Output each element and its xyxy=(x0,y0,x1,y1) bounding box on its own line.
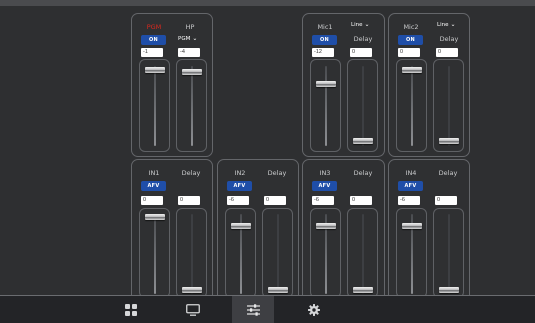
mic1-delay-title: Delay xyxy=(353,35,373,43)
mic2-on-button[interactable]: ON xyxy=(398,35,423,45)
in1-delay-fader[interactable] xyxy=(176,208,207,298)
in1-fader-knob[interactable] xyxy=(144,214,165,220)
in3-delay-title: Delay xyxy=(353,169,373,177)
mic2-fader-knob[interactable] xyxy=(401,67,422,73)
in2-fader-knob[interactable] xyxy=(230,223,251,229)
in4-delay-fader-knob[interactable] xyxy=(438,287,459,293)
mic2-fader-track xyxy=(410,66,413,146)
mic2-input-type-value: Line xyxy=(437,22,449,28)
hp-level-input[interactable] xyxy=(178,48,200,57)
hp-source-value: PGM xyxy=(178,36,191,42)
in2-fader[interactable] xyxy=(225,208,256,298)
in3-delay-fader[interactable] xyxy=(347,208,378,298)
in2-title: IN2 xyxy=(234,169,246,177)
in3-fader[interactable] xyxy=(310,208,341,298)
mic2-input-type-dropdown[interactable]: Line ⌄ xyxy=(437,21,456,28)
in3-delay-fader-track xyxy=(361,214,364,294)
nav-settings-button[interactable] xyxy=(293,296,335,323)
in2-delay-input[interactable] xyxy=(264,196,286,205)
nav-audio-mixer-button[interactable] xyxy=(232,296,274,323)
in4-delay-title: Delay xyxy=(438,169,458,177)
in2-delay-fader-track xyxy=(276,214,279,294)
hp-fader[interactable] xyxy=(176,59,207,152)
hp-fader-track xyxy=(190,66,193,146)
mic2-delay-fader[interactable] xyxy=(433,59,464,152)
in1-delay-title: Delay xyxy=(181,169,201,177)
hp-source-dropdown[interactable]: PGM ⌄ xyxy=(178,35,197,42)
in2-level-input[interactable] xyxy=(227,196,249,205)
mic1-delay-input[interactable] xyxy=(350,48,372,57)
mic1-on-button[interactable]: ON xyxy=(312,35,337,45)
pgm-level-input[interactable] xyxy=(141,48,163,57)
in4-delay-fader[interactable] xyxy=(433,208,464,298)
in1-level-input[interactable] xyxy=(141,196,163,205)
mic2-delay-fader-track xyxy=(447,66,450,146)
mic1-delay-fader-knob[interactable] xyxy=(352,138,373,144)
pgm-fader-knob[interactable] xyxy=(144,67,165,73)
in1-fader-track xyxy=(153,214,156,294)
in3-level-input[interactable] xyxy=(312,196,334,205)
in4-afv-button[interactable]: AFV xyxy=(398,181,423,191)
in1-afv-button[interactable]: AFV xyxy=(141,181,166,191)
mic1-level-input[interactable] xyxy=(312,48,334,57)
pgm-on-button[interactable]: ON xyxy=(141,35,166,45)
mic1-fader-knob[interactable] xyxy=(315,81,336,87)
panel-mic2: Mic2 Line ⌄ ON Delay xyxy=(388,13,470,157)
pgm-fader-track xyxy=(153,66,156,146)
gear-icon xyxy=(308,303,320,316)
panel-pgm-hp: PGM HP ON PGM ⌄ xyxy=(131,13,213,157)
in4-delay-input[interactable] xyxy=(435,196,457,205)
hp-fader-knob[interactable] xyxy=(181,69,202,75)
mic1-title: Mic1 xyxy=(317,23,333,31)
mic2-level-input[interactable] xyxy=(398,48,420,57)
mic1-input-type-dropdown[interactable]: Line ⌄ xyxy=(351,21,370,28)
in1-delay-fader-knob[interactable] xyxy=(181,287,202,293)
mic2-delay-fader-knob[interactable] xyxy=(438,138,459,144)
in3-fader-knob[interactable] xyxy=(315,223,336,229)
in1-fader[interactable] xyxy=(139,208,170,298)
in2-delay-fader-knob[interactable] xyxy=(267,287,288,293)
mic2-delay-input[interactable] xyxy=(436,48,458,57)
mic1-delay-fader-track xyxy=(361,66,364,146)
in2-afv-button[interactable]: AFV xyxy=(227,181,252,191)
grid-icon xyxy=(125,303,137,316)
chevron-down-icon: ⌄ xyxy=(192,35,198,42)
in3-afv-button[interactable]: AFV xyxy=(312,181,337,191)
hp-title: HP xyxy=(185,23,195,31)
in1-delay-input[interactable] xyxy=(178,196,200,205)
in4-fader[interactable] xyxy=(396,208,427,298)
mic2-title: Mic2 xyxy=(403,23,419,31)
panel-in2: IN2 Delay AFV xyxy=(217,159,299,303)
mic2-fader[interactable] xyxy=(396,59,427,152)
in2-delay-title: Delay xyxy=(267,169,287,177)
chevron-down-icon: ⌄ xyxy=(364,21,370,28)
mic1-delay-fader[interactable] xyxy=(347,59,378,152)
in4-delay-fader-track xyxy=(447,214,450,294)
pgm-fader[interactable] xyxy=(139,59,170,152)
in3-delay-input[interactable] xyxy=(350,196,372,205)
panel-in1: IN1 Delay AFV xyxy=(131,159,213,303)
panel-in3: IN3 Delay AFV xyxy=(302,159,385,303)
monitor-icon xyxy=(186,303,200,316)
in1-delay-fader-track xyxy=(190,214,193,294)
in3-title: IN3 xyxy=(319,169,331,177)
in4-title: IN4 xyxy=(405,169,417,177)
mic1-fader-track xyxy=(324,66,327,146)
nav-monitor-button[interactable] xyxy=(172,296,214,323)
in4-fader-knob[interactable] xyxy=(401,223,422,229)
mic1-input-type-value: Line xyxy=(351,22,363,28)
pgm-title: PGM xyxy=(146,23,162,31)
in2-delay-fader[interactable] xyxy=(262,208,293,298)
mic2-delay-title: Delay xyxy=(439,35,459,43)
nav-dashboard-button[interactable] xyxy=(110,296,152,323)
mic1-fader[interactable] xyxy=(310,59,341,152)
top-bar xyxy=(0,0,535,6)
in4-level-input[interactable] xyxy=(398,196,420,205)
sliders-icon xyxy=(246,303,260,316)
panel-mic1: Mic1 Line ⌄ ON Delay xyxy=(302,13,385,157)
in3-delay-fader-knob[interactable] xyxy=(352,287,373,293)
in1-title: IN1 xyxy=(148,169,160,177)
chevron-down-icon: ⌄ xyxy=(450,21,456,28)
panel-in4: IN4 Delay AFV xyxy=(388,159,470,303)
